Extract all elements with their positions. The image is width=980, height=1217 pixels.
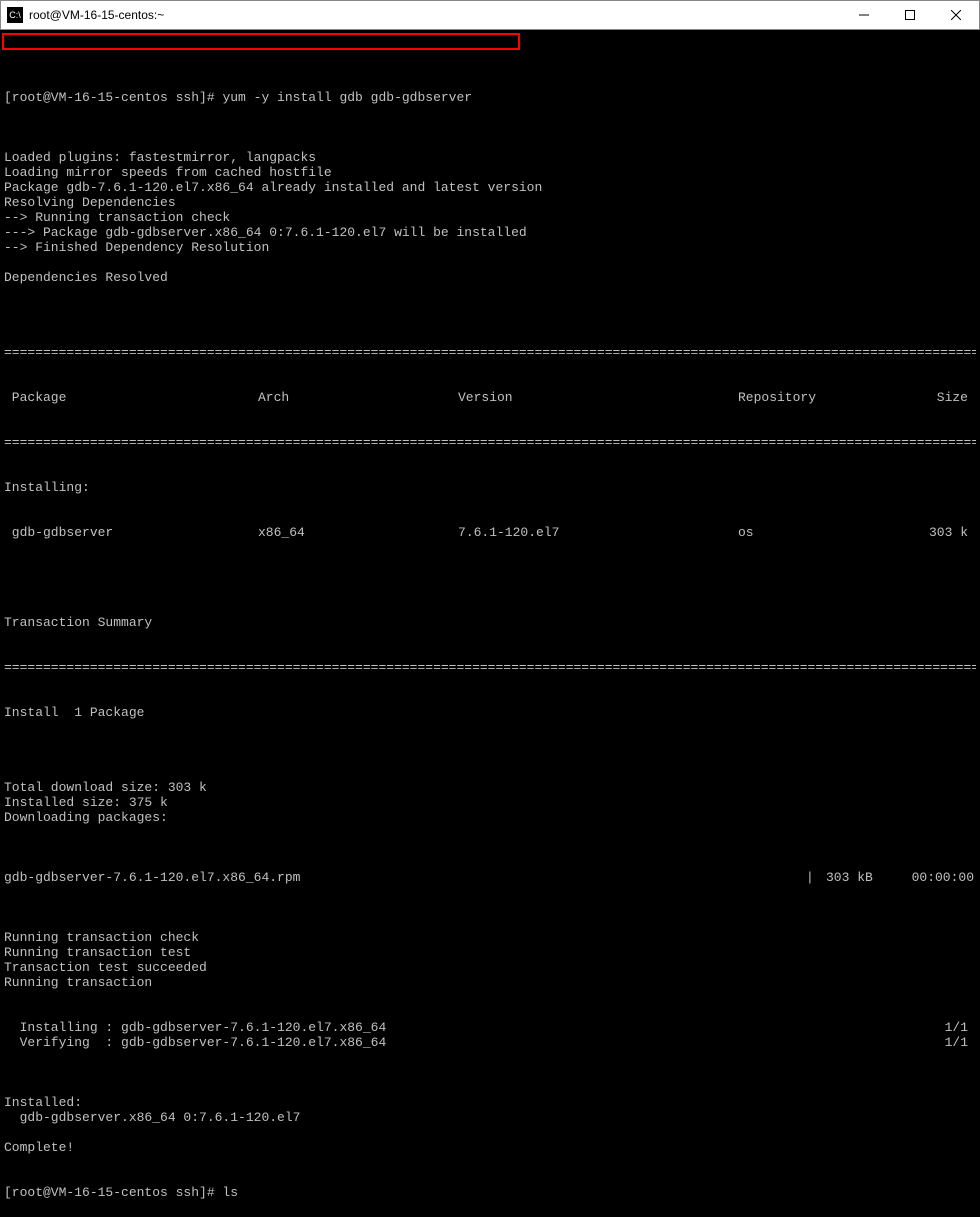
header-size: Size [888, 390, 976, 405]
output-line: Loaded plugins: fastestmirror, langpacks [4, 150, 976, 165]
prompt-line-2: [root@VM-16-15-centos ssh]# ls [4, 1185, 976, 1200]
separator: ========================================… [4, 435, 976, 450]
download-time: 00:00:00 [896, 870, 976, 885]
table-header: Package Arch Version Repository Size [4, 390, 976, 405]
maximize-button[interactable] [887, 1, 933, 29]
minimize-button[interactable] [841, 1, 887, 29]
prompt-command: yum -y install gdb gdb-gdbserver [222, 90, 472, 105]
window-title: root@VM-16-15-centos:~ [29, 8, 841, 22]
install-progress: 1/1 [936, 1020, 976, 1035]
output-line: Installed: [4, 1095, 976, 1110]
install-row: Installing : gdb-gdbserver-7.6.1-120.el7… [4, 1020, 976, 1035]
output-line [4, 1125, 976, 1140]
output-line: --> Running transaction check [4, 210, 976, 225]
output-line [4, 255, 976, 270]
install-text: Verifying : gdb-gdbserver-7.6.1-120.el7.… [4, 1035, 936, 1050]
header-repository: Repository [738, 390, 888, 405]
install-progress: 1/1 [936, 1035, 976, 1050]
output-line [4, 285, 976, 300]
output-line: Downloading packages: [4, 810, 976, 825]
output-line: Resolving Dependencies [4, 195, 976, 210]
output-line: ---> Package gdb-gdbserver.x86_64 0:7.6.… [4, 225, 976, 240]
download-bar: | [806, 870, 826, 885]
blank-line [4, 570, 976, 585]
prompt-line: [root@VM-16-15-centos ssh]# yum -y insta… [4, 90, 976, 105]
cell-size: 303 k [888, 525, 976, 540]
cell-ver: 7.6.1-120.el7 [458, 525, 738, 540]
output-line: Installed size: 375 k [4, 795, 976, 810]
output-line: Package gdb-7.6.1-120.el7.x86_64 already… [4, 180, 976, 195]
output-line: Running transaction [4, 975, 976, 990]
output-line [4, 765, 976, 780]
table-row: gdb-gdbserverx86_647.6.1-120.el7os303 k [4, 525, 976, 540]
header-package: Package [4, 390, 258, 405]
terminal-body[interactable]: [root@VM-16-15-centos ssh]# yum -y insta… [0, 30, 980, 1217]
download-name: gdb-gdbserver-7.6.1-120.el7.x86_64.rpm [4, 870, 806, 885]
install-row: Verifying : gdb-gdbserver-7.6.1-120.el7.… [4, 1035, 976, 1050]
download-row: gdb-gdbserver-7.6.1-120.el7.x86_64.rpm |… [4, 870, 976, 885]
separator: ========================================… [4, 345, 976, 360]
cell-repo: os [738, 525, 888, 540]
output-line: --> Finished Dependency Resolution [4, 240, 976, 255]
summary-title: Transaction Summary [4, 615, 976, 630]
output-line: Running transaction check [4, 930, 976, 945]
table-section: Installing: [4, 480, 976, 495]
command-highlight-box [2, 33, 520, 50]
terminal-icon: C:\ [7, 7, 23, 23]
output-line: Total download size: 303 k [4, 780, 976, 795]
output-line: Complete! [4, 1140, 976, 1155]
close-button[interactable] [933, 1, 979, 29]
output-line: Running transaction test [4, 945, 976, 960]
window-controls [841, 1, 979, 29]
header-arch: Arch [258, 390, 458, 405]
output-line: gdb-gdbserver.x86_64 0:7.6.1-120.el7 [4, 1110, 976, 1125]
output-line: Transaction test succeeded [4, 960, 976, 975]
output-line [4, 1080, 976, 1095]
summary-line: Install 1 Package [4, 705, 976, 720]
separator: ========================================… [4, 660, 976, 675]
cell-pkg: gdb-gdbserver [4, 525, 258, 540]
download-size: 303 kB [826, 870, 896, 885]
output-line: Dependencies Resolved [4, 270, 976, 285]
output-line: Loading mirror speeds from cached hostfi… [4, 165, 976, 180]
cell-arch: x86_64 [258, 525, 458, 540]
window-titlebar: C:\ root@VM-16-15-centos:~ [0, 0, 980, 30]
install-text: Installing : gdb-gdbserver-7.6.1-120.el7… [4, 1020, 936, 1035]
prompt-prefix: [root@VM-16-15-centos ssh]# [4, 90, 222, 105]
header-version: Version [458, 390, 738, 405]
